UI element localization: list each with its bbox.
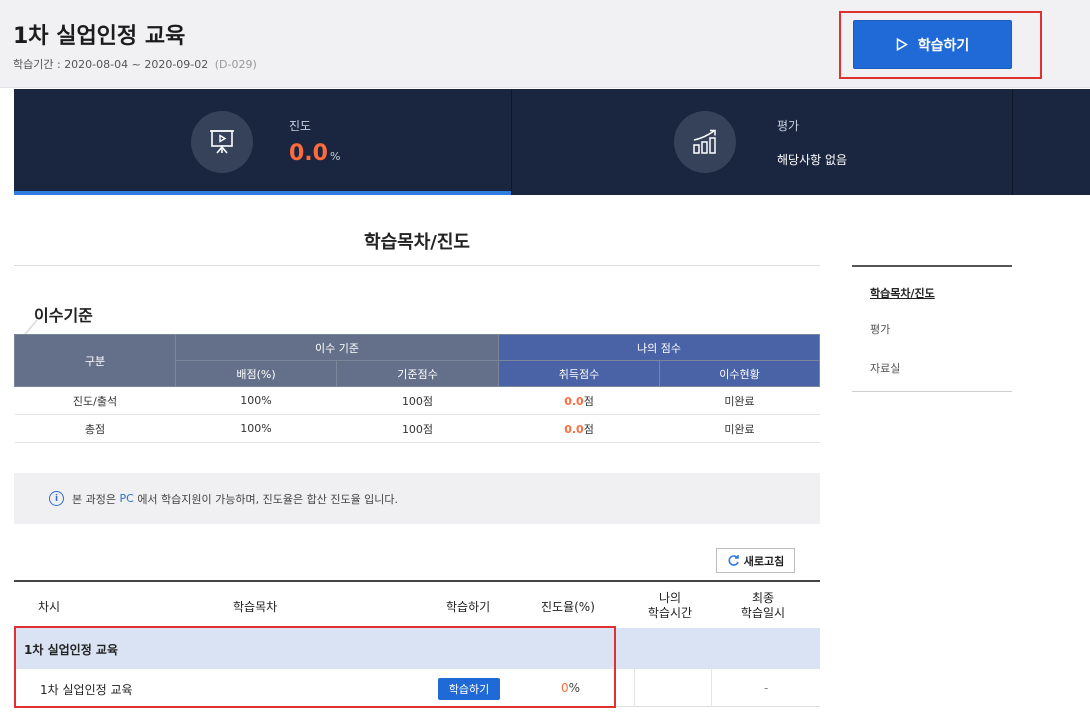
presentation-board-icon (191, 111, 253, 173)
criteria-header-group: 이수 기준 (175, 334, 499, 361)
lesson-last-date: - (764, 681, 769, 695)
page-title: 학습목차/진도 (364, 232, 470, 253)
column-header-my-time: 나의 학습시간 (647, 591, 693, 620)
highlight-box-lesson (14, 626, 616, 708)
column-header-round: 차시 (38, 600, 61, 614)
progress-value: 0.0% (289, 141, 341, 166)
row-category: 총점 (14, 414, 176, 443)
row-status: 미완료 (659, 386, 820, 415)
column-header-rate: 진도율(%) (541, 600, 595, 614)
row-earned-score: 0.0점 (498, 414, 660, 443)
criteria-header-status: 이수현황 (659, 360, 820, 387)
progress-label: 진도 (289, 119, 312, 133)
evaluation-label: 평가 (777, 119, 800, 133)
criteria-header-base-score: 기준점수 (336, 360, 499, 387)
column-header-contents: 학습목차 (233, 600, 278, 614)
info-notice: i 본 과정은 PC 에서 학습지원이 가능하며, 진도율은 합산 진도율 입니… (14, 473, 820, 524)
row-earned-score: 0.0점 (498, 386, 660, 415)
refresh-button[interactable]: 새로고침 (716, 548, 795, 573)
row-status: 미완료 (659, 414, 820, 443)
info-highlight: PC (119, 492, 134, 505)
info-text-prefix: 본 과정은 (72, 492, 116, 506)
growth-chart-icon (674, 111, 736, 173)
side-nav-item-resources[interactable]: 자료실 (870, 360, 900, 376)
side-nav-item-evaluation[interactable]: 평가 (870, 321, 890, 337)
row-category: 진도/출석 (14, 386, 176, 415)
criteria-title: 이수기준 (34, 306, 93, 325)
column-header-last-date: 최종 학습일시 (740, 591, 786, 620)
refresh-label: 새로고침 (743, 554, 785, 568)
side-nav: 학습목차/진도 평가 자료실 (852, 265, 1012, 392)
period-label: 학습기간 : (13, 58, 61, 71)
dday-counter: (D-029) (214, 58, 257, 71)
side-nav-item-contents[interactable]: 학습목차/진도 (870, 285, 935, 301)
refresh-icon (728, 555, 739, 566)
criteria-header-weight: 배점(%) (175, 360, 337, 387)
criteria-header-category: 구분 (14, 334, 176, 387)
study-period: 학습기간 : 2020-08-04 ~ 2020-09-02 (D-029) (13, 56, 257, 72)
my-score-header-group: 나의 점수 (498, 334, 820, 361)
row-weight: 100% (175, 386, 337, 415)
period-value: 2020-08-04 ~ 2020-09-02 (64, 58, 209, 71)
criteria-header-earned-score: 취득점수 (498, 360, 660, 387)
column-header-study: 학습하기 (446, 600, 491, 614)
row-base-score: 100점 (336, 386, 499, 415)
evaluation-text: 해당사항 없음 (777, 153, 848, 167)
stats-band: 진도 0.0% 평가 해당사항 없음 (0, 89, 1090, 195)
highlight-box-start-button (839, 11, 1042, 79)
row-weight: 100% (175, 414, 337, 443)
row-base-score: 100점 (336, 414, 499, 443)
table-row: 총점 100% 100점 0.0점 미완료 (14, 414, 820, 443)
active-tab-indicator (14, 191, 511, 195)
info-text-suffix: 에서 학습지원이 가능하며, 진도율은 합산 진도율 입니다. (137, 492, 399, 506)
course-title: 1차 실업인정 교육 (13, 24, 186, 49)
info-icon: i (49, 491, 64, 506)
table-row: 진도/출석 100% 100점 0.0점 미완료 (14, 386, 820, 415)
criteria-table: 구분 이수 기준 나의 점수 배점(%) 기준점수 취득점수 이수현황 진도/출… (14, 334, 820, 443)
